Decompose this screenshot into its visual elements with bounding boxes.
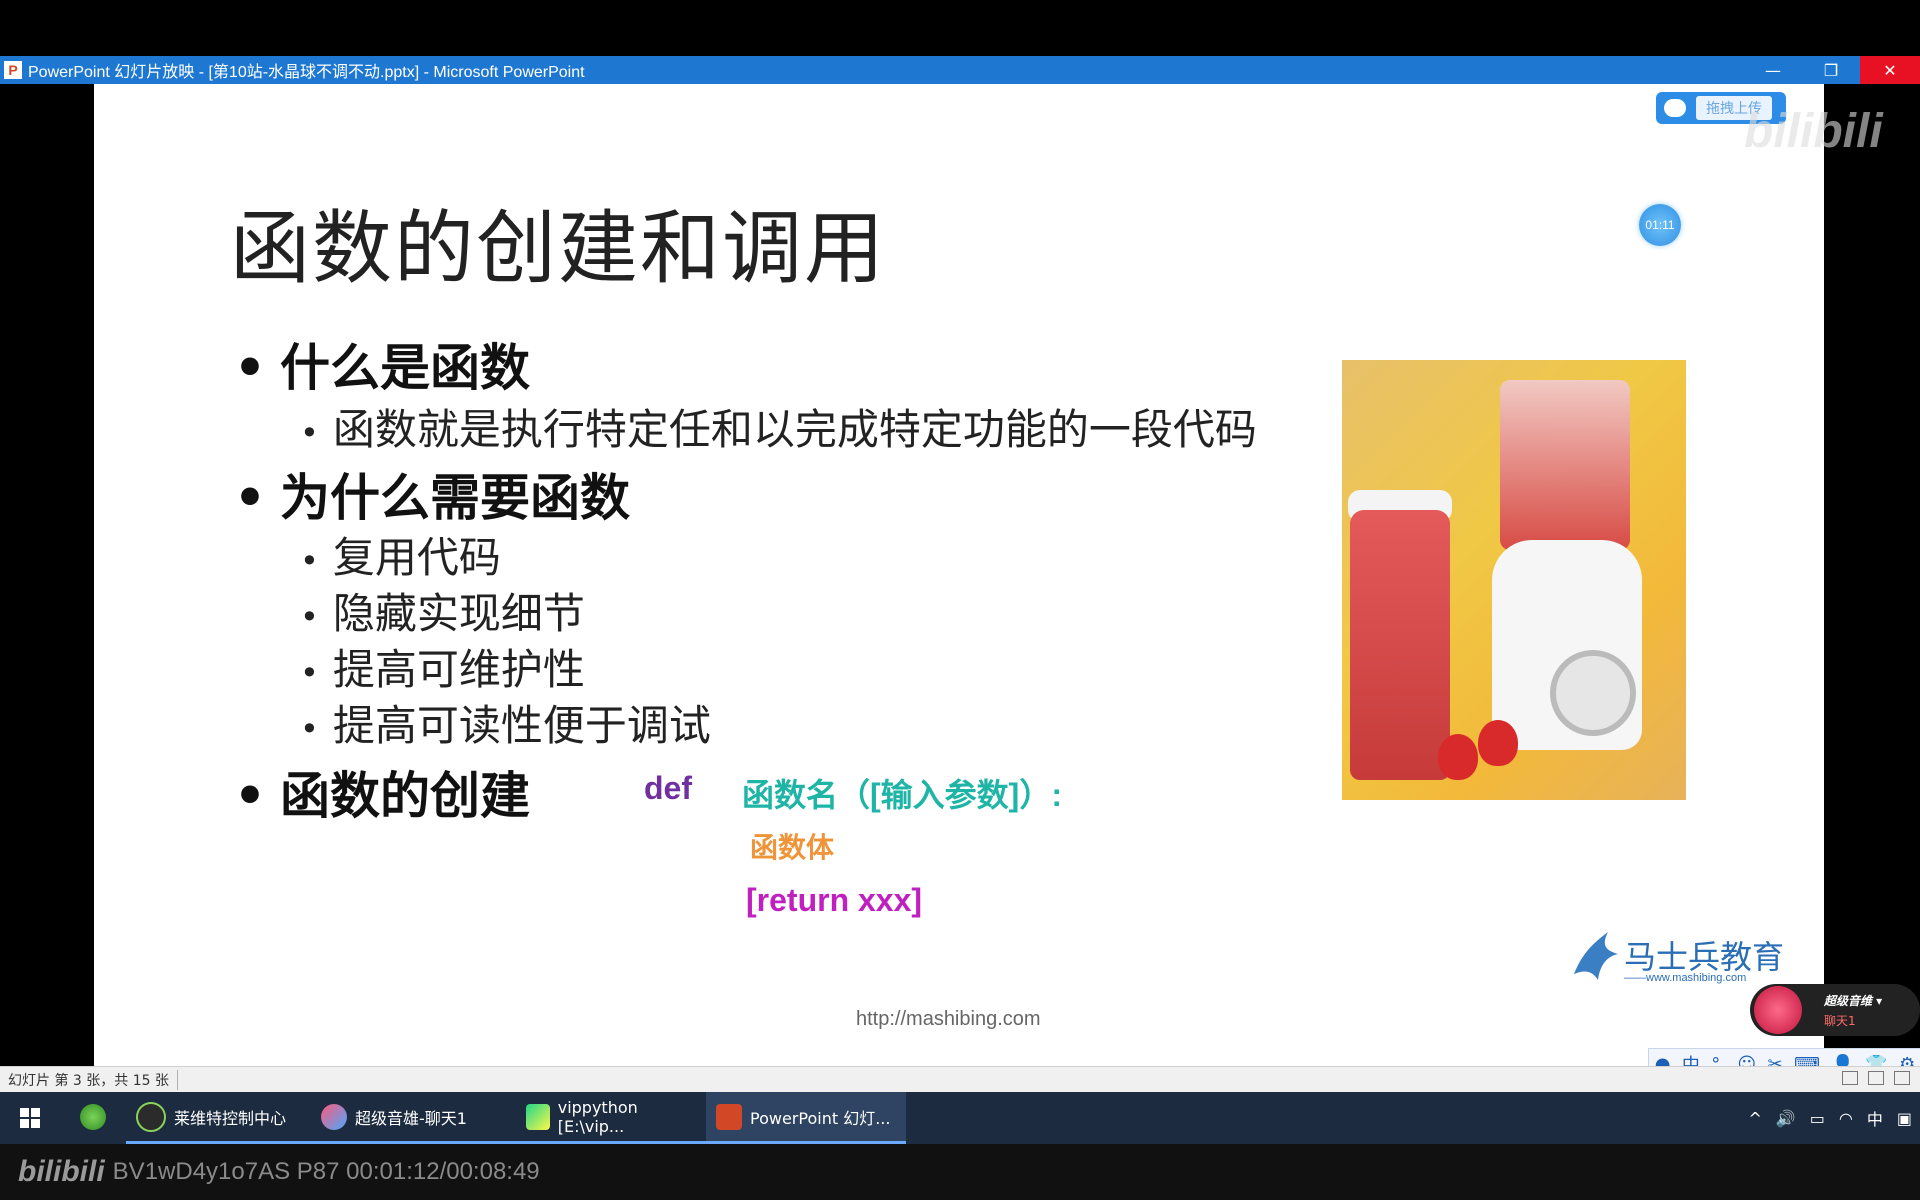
taskbar-item-pycharm[interactable]: vippython [E:\vip... [516, 1092, 706, 1144]
slide-counter: 幻灯片 第 3 张，共 15 张 [0, 1070, 178, 1090]
window-title-bar: P PowerPoint 幻灯片放映 - [第10站-水晶球不调不动.pptx]… [0, 56, 1920, 84]
battery-icon[interactable]: ▭ [1810, 1109, 1825, 1128]
bullet-dot-icon: • [300, 414, 319, 452]
music-app-icon [321, 1103, 347, 1130]
music-widget-title: 超级音维 ▾ [1824, 994, 1883, 1008]
bullet-label: 函数就是执行特定任和以完成特定功能的一段代码 [332, 405, 1257, 454]
network-icon[interactable]: ◠ [1839, 1109, 1853, 1128]
volume-icon[interactable]: 🔊 [1776, 1109, 1796, 1128]
powerpoint-icon [716, 1103, 742, 1130]
windows-logo-icon [20, 1108, 40, 1128]
bilibili-logo: bilibili [18, 1155, 105, 1188]
bullet-dot-icon: • [234, 469, 266, 527]
music-note-icon [1754, 986, 1802, 1034]
restore-button[interactable]: ❐ [1802, 56, 1860, 84]
status-bar: 幻灯片 第 3 张，共 15 张 [0, 1066, 1920, 1093]
music-widget-subtitle: 聊天1 [1824, 1014, 1856, 1028]
taskbar-item-powerpoint[interactable]: PowerPoint 幻灯... [706, 1092, 906, 1144]
strawberry-icon [1478, 720, 1518, 766]
sub-bullet-reuse: • 复用代码 [300, 524, 501, 585]
taskbar-item-label: vippython [E:\vip... [557, 1097, 638, 1136]
bullet-dot-icon: • [300, 654, 319, 692]
bullet-label: 复用代码 [332, 533, 501, 582]
bullet-function-creation: • 函数的创建 [234, 756, 530, 828]
system-tray: ^ 🔊 ▭ ◠ 中 ▣ [1748, 1092, 1912, 1144]
video-info-bar: bilibili BV1wD4y1o7AS P87 00:01:12/00:08… [0, 1144, 1920, 1200]
timer-badge[interactable]: 01:11 [1639, 204, 1681, 246]
video-info: BV1wD4y1o7AS P87 00:01:12/00:08:49 [112, 1158, 540, 1185]
powerpoint-app-icon: P [4, 61, 22, 79]
sorter-view-icon[interactable] [1868, 1071, 1884, 1085]
ime-indicator[interactable]: 中 [1867, 1106, 1883, 1130]
notification-icon[interactable]: ▣ [1897, 1109, 1912, 1128]
music-chat-widget[interactable]: 超级音维 ▾ 聊天1 [1750, 984, 1920, 1036]
juice-cup [1350, 510, 1450, 780]
sub-bullet-maintainability: • 提高可维护性 [300, 636, 585, 697]
taskbar-item-label: 莱维特控制中心 [174, 1108, 287, 1128]
bullet-dot-icon: • [300, 542, 319, 580]
bullet-dot-icon: • [234, 767, 266, 825]
bullet-dot-icon: • [300, 598, 319, 636]
taskbar-item-lenovo[interactable]: 莱维特控制中心 [126, 1092, 311, 1144]
strawberry-icon [1438, 734, 1478, 780]
taskbar-browser-app[interactable] [60, 1092, 126, 1144]
taskbar-item-label: 超级音雄-聊天1 [355, 1108, 467, 1128]
tray-expand-icon[interactable]: ^ [1748, 1109, 1761, 1128]
code-signature: 函数名（[输入参数]）: [742, 777, 1062, 813]
bullet-what-is-function: • 什么是函数 [234, 328, 530, 400]
horse-logo-icon [1574, 932, 1618, 980]
sub-bullet-hide-details: • 隐藏实现细节 [300, 580, 585, 641]
normal-view-icon[interactable] [1842, 1071, 1858, 1085]
bullet-dot-icon: • [300, 710, 319, 748]
sub-bullet-definition: • 函数就是执行特定任和以完成特定功能的一段代码 [300, 396, 1257, 457]
legion-icon [136, 1101, 166, 1132]
bullet-label: 函数的创建 [279, 767, 530, 825]
window-title: PowerPoint 幻灯片放映 - [第10站-水晶球不调不动.pptx] -… [28, 64, 585, 81]
code-body: 函数体 [750, 832, 835, 863]
bilibili-watermark: bilibili [1744, 105, 1883, 158]
bullet-label: 为什么需要函数 [279, 469, 630, 527]
bullet-label: 什么是函数 [279, 339, 530, 397]
minimize-button[interactable]: — [1744, 56, 1802, 84]
sub-bullet-readability: • 提高可读性便于调试 [300, 692, 711, 753]
taskbar-item-music[interactable]: 超级音雄-聊天1 [311, 1092, 516, 1144]
bullet-label: 隐藏实现细节 [332, 589, 585, 638]
bullet-dot-icon: • [234, 339, 266, 397]
bullet-label: 提高可读性便于调试 [332, 701, 711, 750]
blender-photo [1342, 360, 1686, 800]
slide-footer-url: http://mashibing.com [856, 1008, 1041, 1030]
code-return: [return xxx] [746, 882, 923, 918]
blade-icon [1550, 650, 1636, 736]
windows-taskbar: 莱维特控制中心 超级音雄-聊天1 vippython [E:\vip... Po… [0, 1092, 1920, 1144]
cloud-icon [1664, 99, 1686, 117]
code-def-keyword: def [644, 770, 692, 806]
bullet-label: 提高可维护性 [332, 645, 585, 694]
slide-canvas[interactable]: 拖拽上传 bilibili 函数的创建和调用 • 什么是函数 • 函数就是执行特定任… [94, 84, 1883, 1066]
logo-site: ——www.mashibing.com [1624, 972, 1747, 984]
start-button[interactable] [0, 1092, 60, 1144]
pycharm-icon [526, 1103, 550, 1130]
browser-icon [80, 1103, 106, 1130]
reading-view-icon[interactable] [1894, 1071, 1910, 1085]
bullet-why-function: • 为什么需要函数 [234, 458, 630, 530]
close-button[interactable]: ✕ [1860, 56, 1920, 84]
taskbar-item-label: PowerPoint 幻灯... [750, 1108, 891, 1128]
slide-title: 函数的创建和调用 [230, 202, 886, 295]
blender-jar [1500, 380, 1630, 550]
